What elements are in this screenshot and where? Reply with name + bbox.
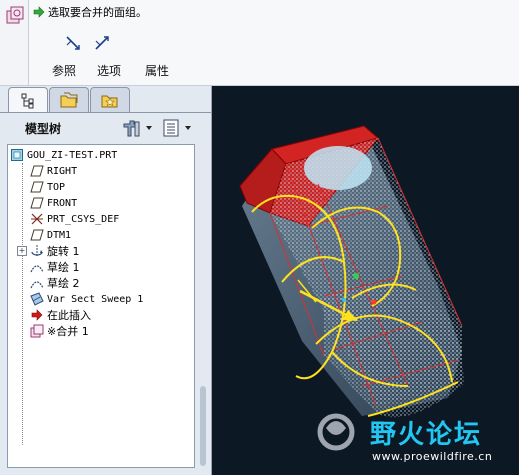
tree-connector xyxy=(22,163,23,445)
revolve-icon xyxy=(31,245,43,257)
part-icon xyxy=(11,149,23,161)
tree-item-label: FRONT xyxy=(47,197,78,209)
graphics-window[interactable]: 野火论坛 www.proewildfire.cn xyxy=(212,86,519,475)
tab-properties[interactable]: 属性 xyxy=(145,62,169,79)
tree-item-front[interactable]: FRONT xyxy=(30,195,77,211)
csys-icon xyxy=(31,213,43,225)
tree-item-label: 旋转 1 xyxy=(47,245,80,258)
watermark-url: www.proewildfire.cn xyxy=(372,450,493,463)
folder-icon xyxy=(60,92,78,108)
merge-icon xyxy=(30,324,44,338)
tree-item-var-sect-sweep[interactable]: Var Sect Sweep 1 xyxy=(30,291,143,307)
flip-side-icon[interactable] xyxy=(93,34,111,52)
tree-item-label: TOP xyxy=(47,181,66,193)
favorites-icon xyxy=(101,95,118,108)
datum-plane-icon xyxy=(30,181,44,193)
tree-item-csys[interactable]: PRT_CSYS_DEF xyxy=(30,211,119,227)
settings-dropdown-icon[interactable] xyxy=(121,118,155,138)
feature-dashboard: 选取要合并的面组。 参照 选项 属性 xyxy=(0,0,519,86)
tree-item-label: Var Sect Sweep 1 xyxy=(47,293,144,305)
datum-plane-icon xyxy=(30,229,44,241)
model-tree[interactable]: GOU_ZI-TEST.PRT RIGHT TOP FRONT PRT_CSYS… xyxy=(7,144,195,468)
merge-feature-icon xyxy=(6,6,24,24)
dashboard-feature-panel xyxy=(0,0,29,85)
expand-revolve-toggle[interactable]: + xyxy=(17,246,27,256)
tree-item-label: GOU_ZI-TEST.PRT xyxy=(27,149,118,161)
tree-item-label: 草绘 2 xyxy=(47,277,80,290)
tree-item-label: ※合并 1 xyxy=(47,325,89,338)
tree-item-part[interactable]: GOU_ZI-TEST.PRT xyxy=(10,147,117,163)
var-sect-sweep-icon xyxy=(30,292,44,306)
tree-item-label: DTM1 xyxy=(47,229,72,241)
tab-favorites[interactable] xyxy=(90,87,130,112)
tab-strip-divider xyxy=(0,112,211,113)
tree-item-revolve[interactable]: 旋转 1 xyxy=(30,243,80,259)
prompt-message: 选取要合并的面组。 xyxy=(48,6,147,19)
insert-here-arrow-icon xyxy=(31,309,43,321)
tree-item-sketch-2[interactable]: 草绘 2 xyxy=(30,275,80,291)
tree-item-merge[interactable]: ※合并 1 xyxy=(30,323,89,339)
sketch-icon xyxy=(30,265,44,273)
tab-options[interactable]: 选项 xyxy=(97,62,121,79)
prompt-arrow-icon xyxy=(33,6,45,18)
tree-item-right[interactable]: RIGHT xyxy=(30,163,77,179)
show-dropdown-icon[interactable] xyxy=(161,118,195,138)
tree-item-label: RIGHT xyxy=(47,165,78,177)
model-tree-icon xyxy=(21,93,34,108)
tab-model-tree[interactable] xyxy=(8,87,48,113)
datum-plane-icon xyxy=(30,197,44,209)
datum-plane-icon xyxy=(30,165,44,177)
tab-folder-browser[interactable] xyxy=(49,87,89,112)
tree-item-insert-here[interactable]: 在此插入 xyxy=(30,307,91,323)
model-body xyxy=(239,125,464,418)
tree-item-label: 草绘 1 xyxy=(47,261,80,274)
tree-item-label: PRT_CSYS_DEF xyxy=(47,213,120,225)
sketch-icon xyxy=(30,281,44,289)
tree-item-dtm1[interactable]: DTM1 xyxy=(30,227,71,243)
change-direction-icon[interactable] xyxy=(64,34,82,52)
tree-item-sketch-1[interactable]: 草绘 1 xyxy=(30,259,80,275)
panel-scrollbar[interactable] xyxy=(200,386,206,466)
tab-references[interactable]: 参照 xyxy=(52,62,76,79)
model-tree-title: 模型树 xyxy=(25,122,62,136)
navigator-panel: 模型树 GOU_ZI-TEST.PRT RIGHT TOP FRONT PRT_… xyxy=(0,86,212,475)
tree-item-label: 在此插入 xyxy=(47,309,91,322)
watermark-text: 野火论坛 xyxy=(370,420,483,450)
tree-item-top[interactable]: TOP xyxy=(30,179,65,195)
